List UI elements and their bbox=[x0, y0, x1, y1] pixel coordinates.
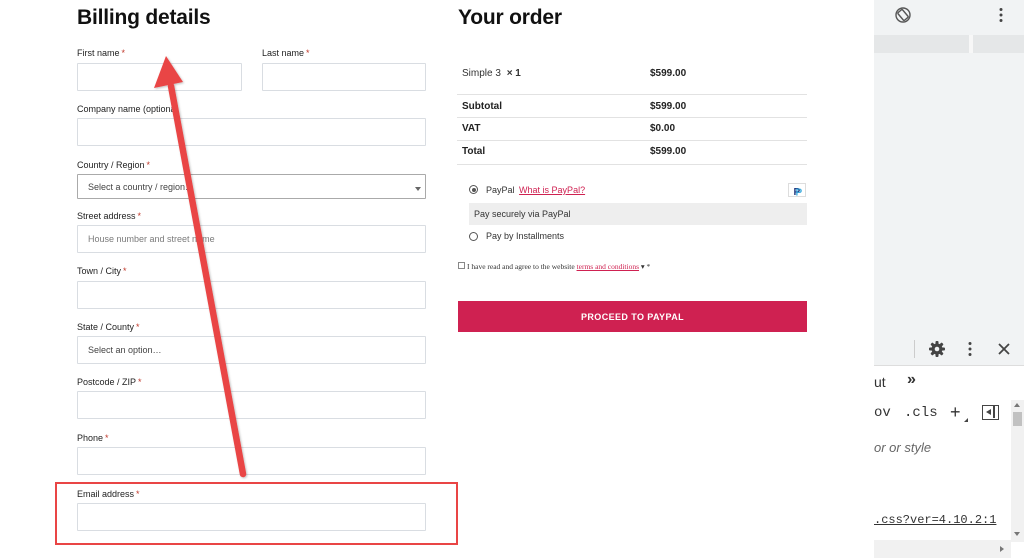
annotation-arrow-icon bbox=[154, 56, 247, 478]
